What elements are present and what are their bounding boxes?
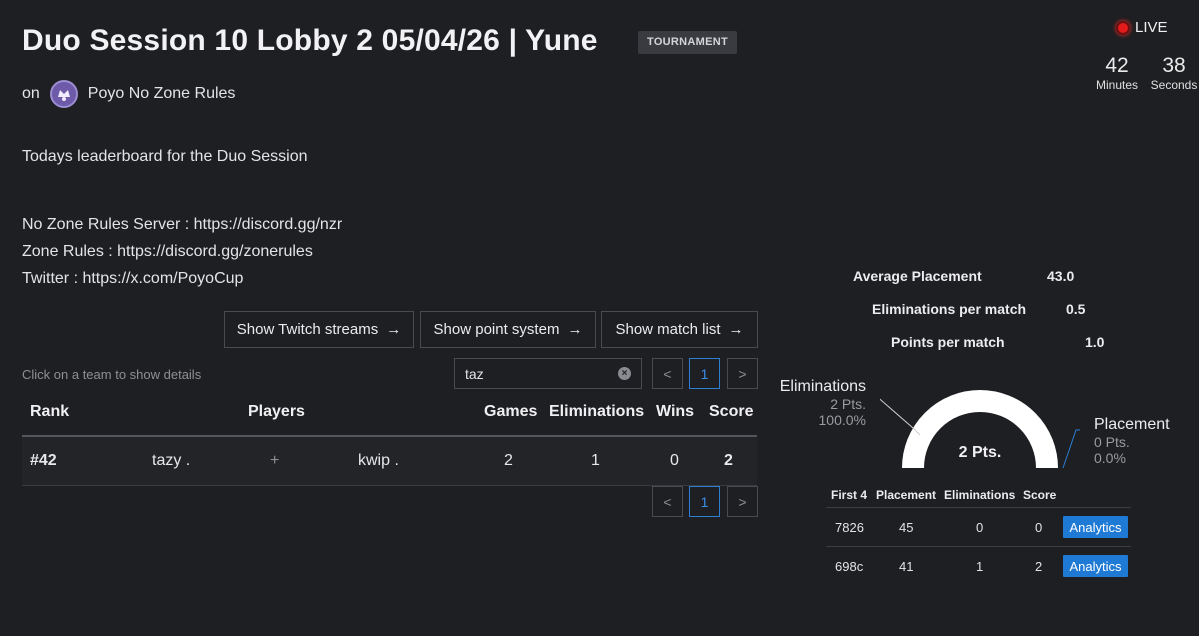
gauge-placement-points: 0 Pts. xyxy=(1094,434,1130,450)
gauge-placement-legend: Placement 0 Pts. 0.0% xyxy=(1094,416,1184,466)
timer-minutes-label: Minutes xyxy=(1095,78,1139,92)
points-per-match-value: 1.0 xyxy=(1085,334,1105,350)
gauge-placement-percent: 0.0% xyxy=(1094,450,1126,466)
live-indicator: LIVE xyxy=(1116,19,1168,36)
header-eliminations[interactable]: Eliminations xyxy=(549,403,644,421)
next-page-button[interactable]: > xyxy=(727,486,758,517)
matches-header-divider xyxy=(826,507,1131,508)
plus-icon: + xyxy=(270,452,280,469)
arrow-right-icon: → xyxy=(386,321,402,338)
match-placement: 41 xyxy=(899,559,914,574)
live-label: LIVE xyxy=(1135,19,1168,36)
timer-seconds-value: 38 xyxy=(1162,54,1186,77)
points-gauge xyxy=(880,390,1080,469)
header-score[interactable]: Score xyxy=(709,403,753,421)
analytics-button[interactable]: Analytics xyxy=(1063,516,1128,538)
header-wins[interactable]: Wins xyxy=(656,403,694,421)
organizer-logo-icon[interactable] xyxy=(49,80,78,108)
tournament-badge: TOURNAMENT xyxy=(638,31,738,54)
row-wins: 0 xyxy=(670,452,679,469)
timer-minutes: 42 Minutes xyxy=(1093,54,1141,92)
row-player-1: tazy . xyxy=(152,452,191,469)
page-1-button[interactable]: 1 xyxy=(689,358,720,389)
show-match-list-button[interactable]: Show match list → xyxy=(601,311,758,348)
gauge-elims-percent: 100.0% xyxy=(818,412,866,428)
description-twitter-line: Twitter : https://x.com/PoyoCup xyxy=(22,270,244,287)
page-1-button[interactable]: 1 xyxy=(689,486,720,517)
match-id: 7826 xyxy=(835,520,864,535)
button-label: Show point system xyxy=(433,321,560,338)
search-input[interactable] xyxy=(465,365,605,382)
gauge-placement-leader xyxy=(1062,429,1080,469)
description-line: Todays leaderboard for the Duo Session xyxy=(22,148,308,165)
gauge-eliminations-legend: Eliminations 2 Pts. 100.0% xyxy=(776,378,866,428)
team-search[interactable]: × xyxy=(454,358,642,389)
gauge-center-label: 2 Pts. xyxy=(958,444,1002,461)
prev-page-button[interactable]: < xyxy=(652,486,683,517)
organizer-row: on Poyo No Zone Rules xyxy=(22,80,235,108)
avg-placement-label: Average Placement xyxy=(853,268,982,284)
match-eliminations: 0 xyxy=(976,520,984,535)
button-label: Show match list xyxy=(615,321,721,338)
match-placement: 45 xyxy=(899,520,914,535)
table-hint: Click on a team to show details xyxy=(22,367,202,382)
match-score: 0 xyxy=(1035,520,1043,535)
analytics-button[interactable]: Analytics xyxy=(1063,555,1128,577)
live-dot-icon xyxy=(1116,20,1130,35)
gauge-elims-leader xyxy=(880,398,921,436)
matches-header-id: First 4 xyxy=(831,488,868,502)
prev-page-button[interactable]: < xyxy=(652,358,683,389)
timer-seconds: 38 Seconds xyxy=(1150,54,1198,92)
matches-row-divider xyxy=(826,546,1131,547)
show-point-system-button[interactable]: Show point system → xyxy=(420,311,596,348)
header-rank[interactable]: Rank xyxy=(30,403,69,421)
row-rank: #42 xyxy=(30,452,57,469)
matches-header-score: Score xyxy=(1023,488,1057,502)
matches-header-eliminations: Eliminations xyxy=(944,488,1016,502)
description-server-line: No Zone Rules Server : https://discord.g… xyxy=(22,216,343,233)
arrow-right-icon: → xyxy=(567,321,583,338)
on-label: on xyxy=(22,85,40,102)
elims-per-match-value: 0.5 xyxy=(1066,301,1086,317)
gauge-elims-label: Eliminations xyxy=(779,378,866,395)
next-page-button[interactable]: > xyxy=(727,358,758,389)
match-id: 698c xyxy=(835,559,864,574)
avg-placement-value: 43.0 xyxy=(1047,268,1075,284)
row-player-2: kwip . xyxy=(358,452,399,469)
arrow-right-icon: → xyxy=(728,321,744,338)
match-eliminations: 1 xyxy=(976,559,984,574)
matches-header-placement: Placement xyxy=(876,488,937,502)
gauge-placement-label: Placement xyxy=(1094,416,1170,433)
gauge-elims-points: 2 Pts. xyxy=(830,396,866,412)
row-eliminations: 1 xyxy=(591,452,600,469)
match-score: 2 xyxy=(1035,559,1043,574)
header-games[interactable]: Games xyxy=(484,403,537,421)
timer-seconds-label: Seconds xyxy=(1150,78,1198,92)
elims-per-match-label: Eliminations per match xyxy=(872,301,1027,317)
points-per-match-label: Points per match xyxy=(891,334,1005,350)
organizer-name-link[interactable]: Poyo No Zone Rules xyxy=(88,85,236,103)
row-score: 2 xyxy=(724,452,733,469)
page-title: Duo Session 10 Lobby 2 05/04/26 | Yune xyxy=(22,24,598,57)
header-players: Players xyxy=(248,403,305,420)
show-twitch-streams-button[interactable]: Show Twitch streams → xyxy=(224,311,414,348)
description-zone-line: Zone Rules : https://discord.gg/zonerule… xyxy=(22,243,313,260)
button-label: Show Twitch streams xyxy=(236,321,379,338)
timer-minutes-value: 42 xyxy=(1105,54,1129,77)
clear-search-icon[interactable]: × xyxy=(618,367,631,380)
row-games: 2 xyxy=(504,452,513,469)
